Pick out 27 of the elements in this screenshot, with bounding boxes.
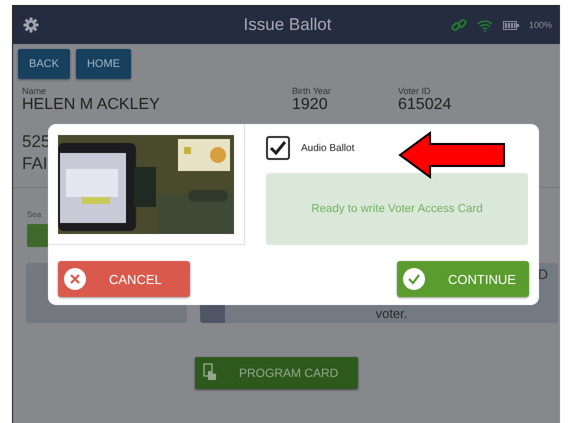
battery-icon: [502, 20, 519, 30]
nav-button[interactable]: HOME: [76, 49, 131, 79]
status-text: D: [538, 265, 549, 282]
checkbox-label: Audio Ballot: [301, 142, 354, 154]
field-value: 615024: [398, 96, 452, 114]
check-icon: [402, 267, 426, 291]
settings-icon[interactable]: [23, 17, 39, 33]
screen-title: Issue Ballot: [242, 15, 332, 35]
close-icon: [63, 267, 87, 291]
program-card-button[interactable]: PROGRAM CARD: [195, 357, 358, 389]
search-label: Sea: [27, 210, 42, 219]
address-line: FAI: [22, 153, 48, 175]
field-label: Birth Year: [292, 86, 332, 96]
link-icon: [450, 17, 467, 33]
field-label: Voter ID: [398, 86, 432, 96]
field-value: HELEN M ACKLEY: [22, 96, 161, 114]
battery-level: 100%: [528, 20, 552, 30]
status-message: Ready to write Voter Access Card: [266, 173, 528, 245]
status-text: voter.: [376, 306, 408, 323]
nav-button[interactable]: BACK: [18, 49, 70, 79]
continue-button[interactable]: CONTINUE: [397, 261, 529, 297]
field-value: 1920: [292, 96, 329, 114]
field-label: Name: [22, 86, 48, 96]
cancel-button[interactable]: CANCEL: [58, 261, 190, 297]
card-hand-icon: [203, 363, 217, 383]
checkbox[interactable]: [266, 136, 290, 160]
wifi-icon: [476, 18, 493, 32]
